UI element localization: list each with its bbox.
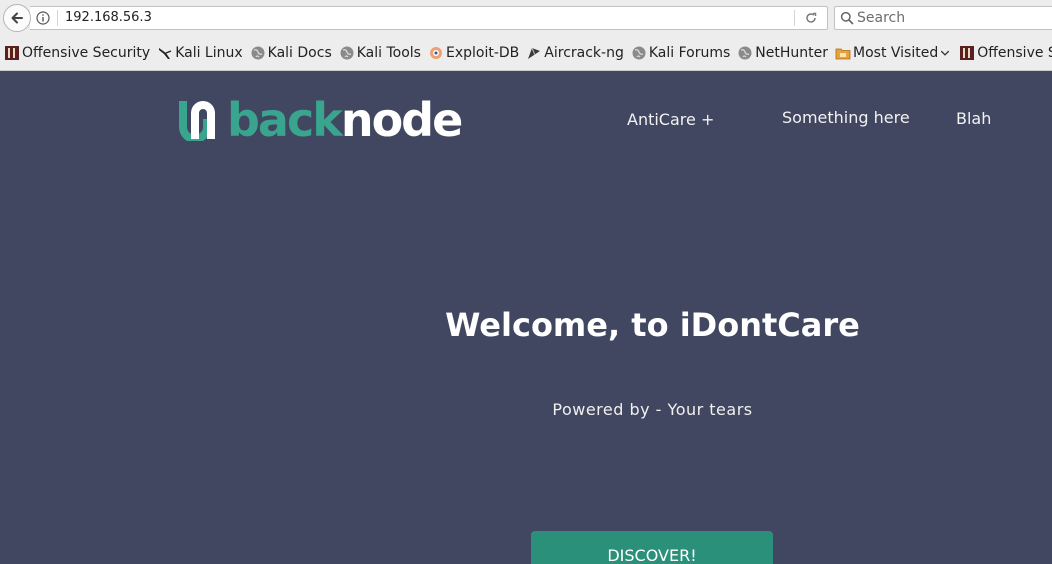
bookmark-label: Exploit-DB — [445, 45, 520, 61]
bookmark-label: Kali Forums — [648, 45, 731, 61]
bookmark-label: Offensive Security — [22, 45, 151, 61]
exploitdb-icon — [429, 47, 442, 59]
chevron-down-icon — [941, 50, 950, 56]
back-button[interactable] — [3, 4, 31, 32]
nav-blah[interactable]: Blah — [956, 109, 991, 128]
bookmark-kali-linux[interactable]: Kali Linux — [153, 36, 245, 70]
bookmark-label: Kali Linux — [175, 45, 243, 61]
globe-icon — [632, 46, 646, 60]
nav-anticare[interactable]: AntiCare + — [627, 110, 714, 129]
kali-dragon-icon — [159, 48, 172, 59]
bookmark-label: Kali Tools — [356, 45, 421, 61]
bookmark-most-visited[interactable]: Most Visited — [831, 36, 955, 70]
hero-title: Welcome, to iDontCare — [445, 306, 860, 344]
bookmarks-toolbar: Offensive Security Kali Linux Kali Docs … — [0, 36, 1052, 71]
info-icon[interactable] — [36, 11, 50, 25]
url-separator — [57, 10, 58, 26]
bookmark-kali-forums[interactable]: Kali Forums — [627, 36, 733, 70]
search-icon — [840, 11, 854, 25]
bookmark-nethunter[interactable]: NetHunter — [733, 36, 831, 70]
logo-text-back: back — [227, 93, 343, 147]
bookmark-label: Offensive Security — [977, 45, 1052, 61]
browser-toolbar: 192.168.56.3 — [0, 0, 1052, 36]
page-content: backnode AntiCare + Something here Blah … — [0, 72, 1052, 564]
url-separator — [794, 10, 795, 26]
globe-icon — [340, 46, 354, 60]
globe-icon — [738, 46, 752, 60]
url-text[interactable]: 192.168.56.3 — [65, 10, 152, 25]
site-logo[interactable]: backnode — [177, 97, 463, 143]
logo-text: backnode — [227, 97, 463, 143]
aircrack-icon — [528, 47, 541, 59]
search-input[interactable] — [857, 9, 1047, 27]
logo-text-node: node — [340, 93, 463, 147]
back-arrow-icon — [11, 12, 23, 24]
nav-something-here[interactable]: Something here — [782, 108, 910, 127]
offsec-icon — [5, 46, 19, 60]
bookmark-offensive-security[interactable]: Offensive Security — [0, 36, 153, 70]
offsec-icon — [960, 46, 975, 60]
discover-button[interactable]: DISCOVER! — [531, 531, 773, 564]
backnode-logo-icon — [179, 101, 215, 141]
bookmark-kali-docs[interactable]: Kali Docs — [246, 36, 335, 70]
bookmark-kali-tools[interactable]: Kali Tools — [335, 36, 424, 70]
bookmark-label: Kali Docs — [267, 45, 332, 61]
search-bar[interactable] — [834, 6, 1052, 30]
bookmark-exploit-db[interactable]: Exploit-DB — [424, 36, 522, 70]
bookmark-label: NetHunter — [755, 45, 829, 61]
bookmark-label: Most Visited — [853, 45, 939, 61]
folder-icon — [835, 48, 851, 60]
reload-icon[interactable] — [804, 11, 818, 25]
bookmark-label: Aircrack-ng — [544, 45, 624, 61]
url-bar[interactable]: 192.168.56.3 — [30, 6, 828, 30]
globe-icon — [251, 46, 265, 60]
bookmark-offensive-security-2[interactable]: Offensive Security — [955, 36, 1052, 70]
bookmark-aircrack-ng[interactable]: Aircrack-ng — [522, 36, 627, 70]
hero-subtitle: Powered by - Your tears — [552, 400, 753, 419]
